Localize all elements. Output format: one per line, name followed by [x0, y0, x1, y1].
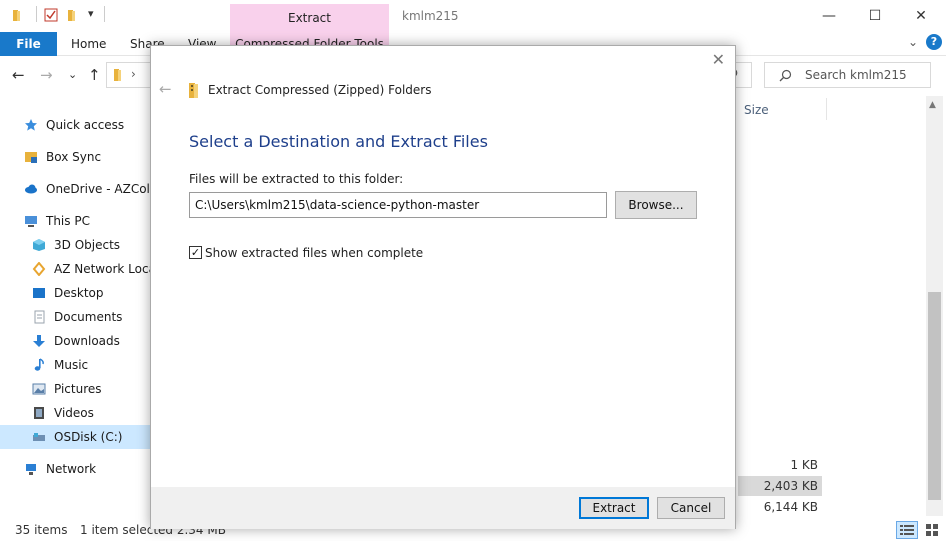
nav-item-label: Music: [54, 358, 89, 372]
tab-home[interactable]: Home: [71, 32, 106, 56]
nav-item-box-sync[interactable]: Box Sync: [24, 145, 150, 169]
details-view-button[interactable]: [896, 521, 918, 539]
drive-icon: [33, 433, 45, 441]
maximize-button[interactable]: ☐: [852, 4, 898, 28]
nav-item-label: Quick access: [46, 118, 125, 132]
desktop-icon: [33, 288, 45, 298]
nav-item-label: OneDrive - AZCollab: [46, 182, 150, 196]
expand-ribbon-icon[interactable]: ⌄: [908, 35, 918, 49]
computer-icon: [25, 216, 37, 227]
nav-item-label: Pictures: [54, 382, 102, 396]
dialog-heading: Select a Destination and Extract Files: [189, 132, 488, 151]
vertical-scrollbar[interactable]: ▲: [926, 96, 943, 516]
scroll-up-icon[interactable]: ▲: [929, 100, 936, 110]
cloud-icon: [25, 184, 37, 194]
details-view-icon: [900, 525, 914, 535]
dialog-close-button[interactable]: ✕: [712, 50, 725, 69]
nav-item-3d-objects[interactable]: 3D Objects: [32, 233, 150, 257]
nav-item-label: Videos: [54, 406, 94, 420]
nav-item-videos[interactable]: Videos: [32, 401, 150, 425]
nav-item-this-pc[interactable]: This PC: [24, 209, 150, 233]
properties-icon[interactable]: [44, 8, 58, 22]
large-icons-view-button[interactable]: [922, 521, 942, 539]
help-icon[interactable]: ?: [926, 34, 942, 50]
recent-locations-button[interactable]: ⌄: [68, 68, 77, 81]
column-header-size[interactable]: Size: [744, 103, 769, 117]
nav-item-onedrive[interactable]: OneDrive - AZCollab: [24, 177, 150, 201]
new-folder-icon[interactable]: [66, 8, 80, 22]
folder-icon[interactable]: [12, 8, 26, 22]
extract-dialog: ✕ ← Extract Compressed (Zipped) Folders …: [150, 45, 736, 529]
close-button[interactable]: ✕: [898, 4, 944, 28]
video-icon: [34, 407, 44, 419]
nav-item-label: AZ Network Locations: [54, 262, 150, 276]
star-icon: [25, 119, 37, 131]
box-folder-icon: [25, 152, 37, 163]
cancel-button[interactable]: Cancel: [657, 497, 725, 519]
search-placeholder: Search kmlm215: [805, 68, 907, 82]
show-extracted-files-checkbox[interactable]: ✓: [189, 246, 202, 259]
file-explorer-window: ▾ Extract kmlm215 — ☐ ✕ File Home Share …: [0, 0, 946, 541]
file-size-cell: 1 KB: [790, 458, 818, 472]
nav-item-osdisk[interactable]: OSDisk (C:): [0, 425, 150, 449]
nav-item-documents[interactable]: Documents: [32, 305, 150, 329]
forward-button[interactable]: →: [40, 66, 53, 84]
zip-folder-icon: [189, 83, 198, 98]
window-title: kmlm215: [402, 9, 459, 23]
music-icon: [34, 358, 44, 371]
nav-item-label: OSDisk (C:): [54, 430, 123, 444]
back-button[interactable]: ←: [12, 66, 25, 84]
tab-file[interactable]: File: [0, 32, 57, 56]
dialog-header-title: Extract Compressed (Zipped) Folders: [208, 83, 432, 97]
browse-button[interactable]: Browse...: [615, 191, 697, 219]
nav-item-label: Downloads: [54, 334, 120, 348]
search-input[interactable]: Search kmlm215: [764, 62, 931, 88]
context-tab-extract[interactable]: Extract: [230, 4, 389, 32]
nav-item-label: Documents: [54, 310, 123, 324]
document-icon: [34, 310, 45, 324]
column-divider[interactable]: [826, 98, 827, 120]
pictures-icon: [32, 383, 46, 395]
download-icon: [33, 335, 45, 347]
nav-item-az-network-locations[interactable]: AZ Network Locations: [32, 257, 150, 281]
nav-item-label: 3D Objects: [54, 238, 121, 252]
navigation-pane: Quick access Box Sync OneDrive - AZColla…: [0, 100, 150, 520]
nav-item-label: Desktop: [54, 286, 104, 300]
customize-qat-icon[interactable]: ▾: [88, 7, 94, 20]
qat-divider: [104, 6, 105, 22]
minimize-button[interactable]: —: [806, 4, 852, 28]
nav-item-pictures[interactable]: Pictures: [32, 377, 150, 401]
item-count: 35 items: [15, 523, 68, 537]
file-size-cell: 6,144 KB: [763, 500, 818, 514]
nav-item-label: Network: [46, 462, 97, 476]
search-icon: [779, 69, 792, 82]
extract-button[interactable]: Extract: [579, 497, 649, 519]
nav-item-label: This PC: [46, 214, 90, 228]
destination-label: Files will be extracted to this folder:: [189, 172, 404, 186]
network-icon: [26, 464, 36, 475]
file-size-cell-selected: 2,403 KB: [738, 476, 822, 496]
title-bar: ▾ Extract kmlm215 — ☐ ✕: [0, 0, 946, 32]
nav-item-music[interactable]: Music: [32, 353, 150, 377]
nav-item-network[interactable]: Network: [24, 457, 150, 481]
dialog-footer: Extract Cancel: [151, 487, 735, 529]
nav-item-quick-access[interactable]: Quick access: [24, 113, 150, 137]
breadcrumb-chevron-icon[interactable]: ›: [131, 67, 136, 81]
up-button[interactable]: ↑: [88, 66, 101, 84]
cube-icon: [33, 239, 45, 251]
nav-item-desktop[interactable]: Desktop: [32, 281, 150, 305]
network-location-icon: [32, 262, 46, 276]
show-extracted-files-label[interactable]: Show extracted files when complete: [205, 246, 423, 260]
folder-icon: [114, 69, 121, 81]
scrollbar-thumb[interactable]: [928, 292, 941, 500]
nav-item-label: Box Sync: [46, 150, 102, 164]
nav-item-downloads[interactable]: Downloads: [32, 329, 150, 353]
large-icons-view-icon: [926, 524, 938, 536]
qat-divider: [36, 6, 37, 22]
dialog-back-button[interactable]: ←: [159, 80, 172, 98]
destination-path-input[interactable]: C:\Users\kmlm215\data-science-python-mas…: [189, 192, 607, 218]
